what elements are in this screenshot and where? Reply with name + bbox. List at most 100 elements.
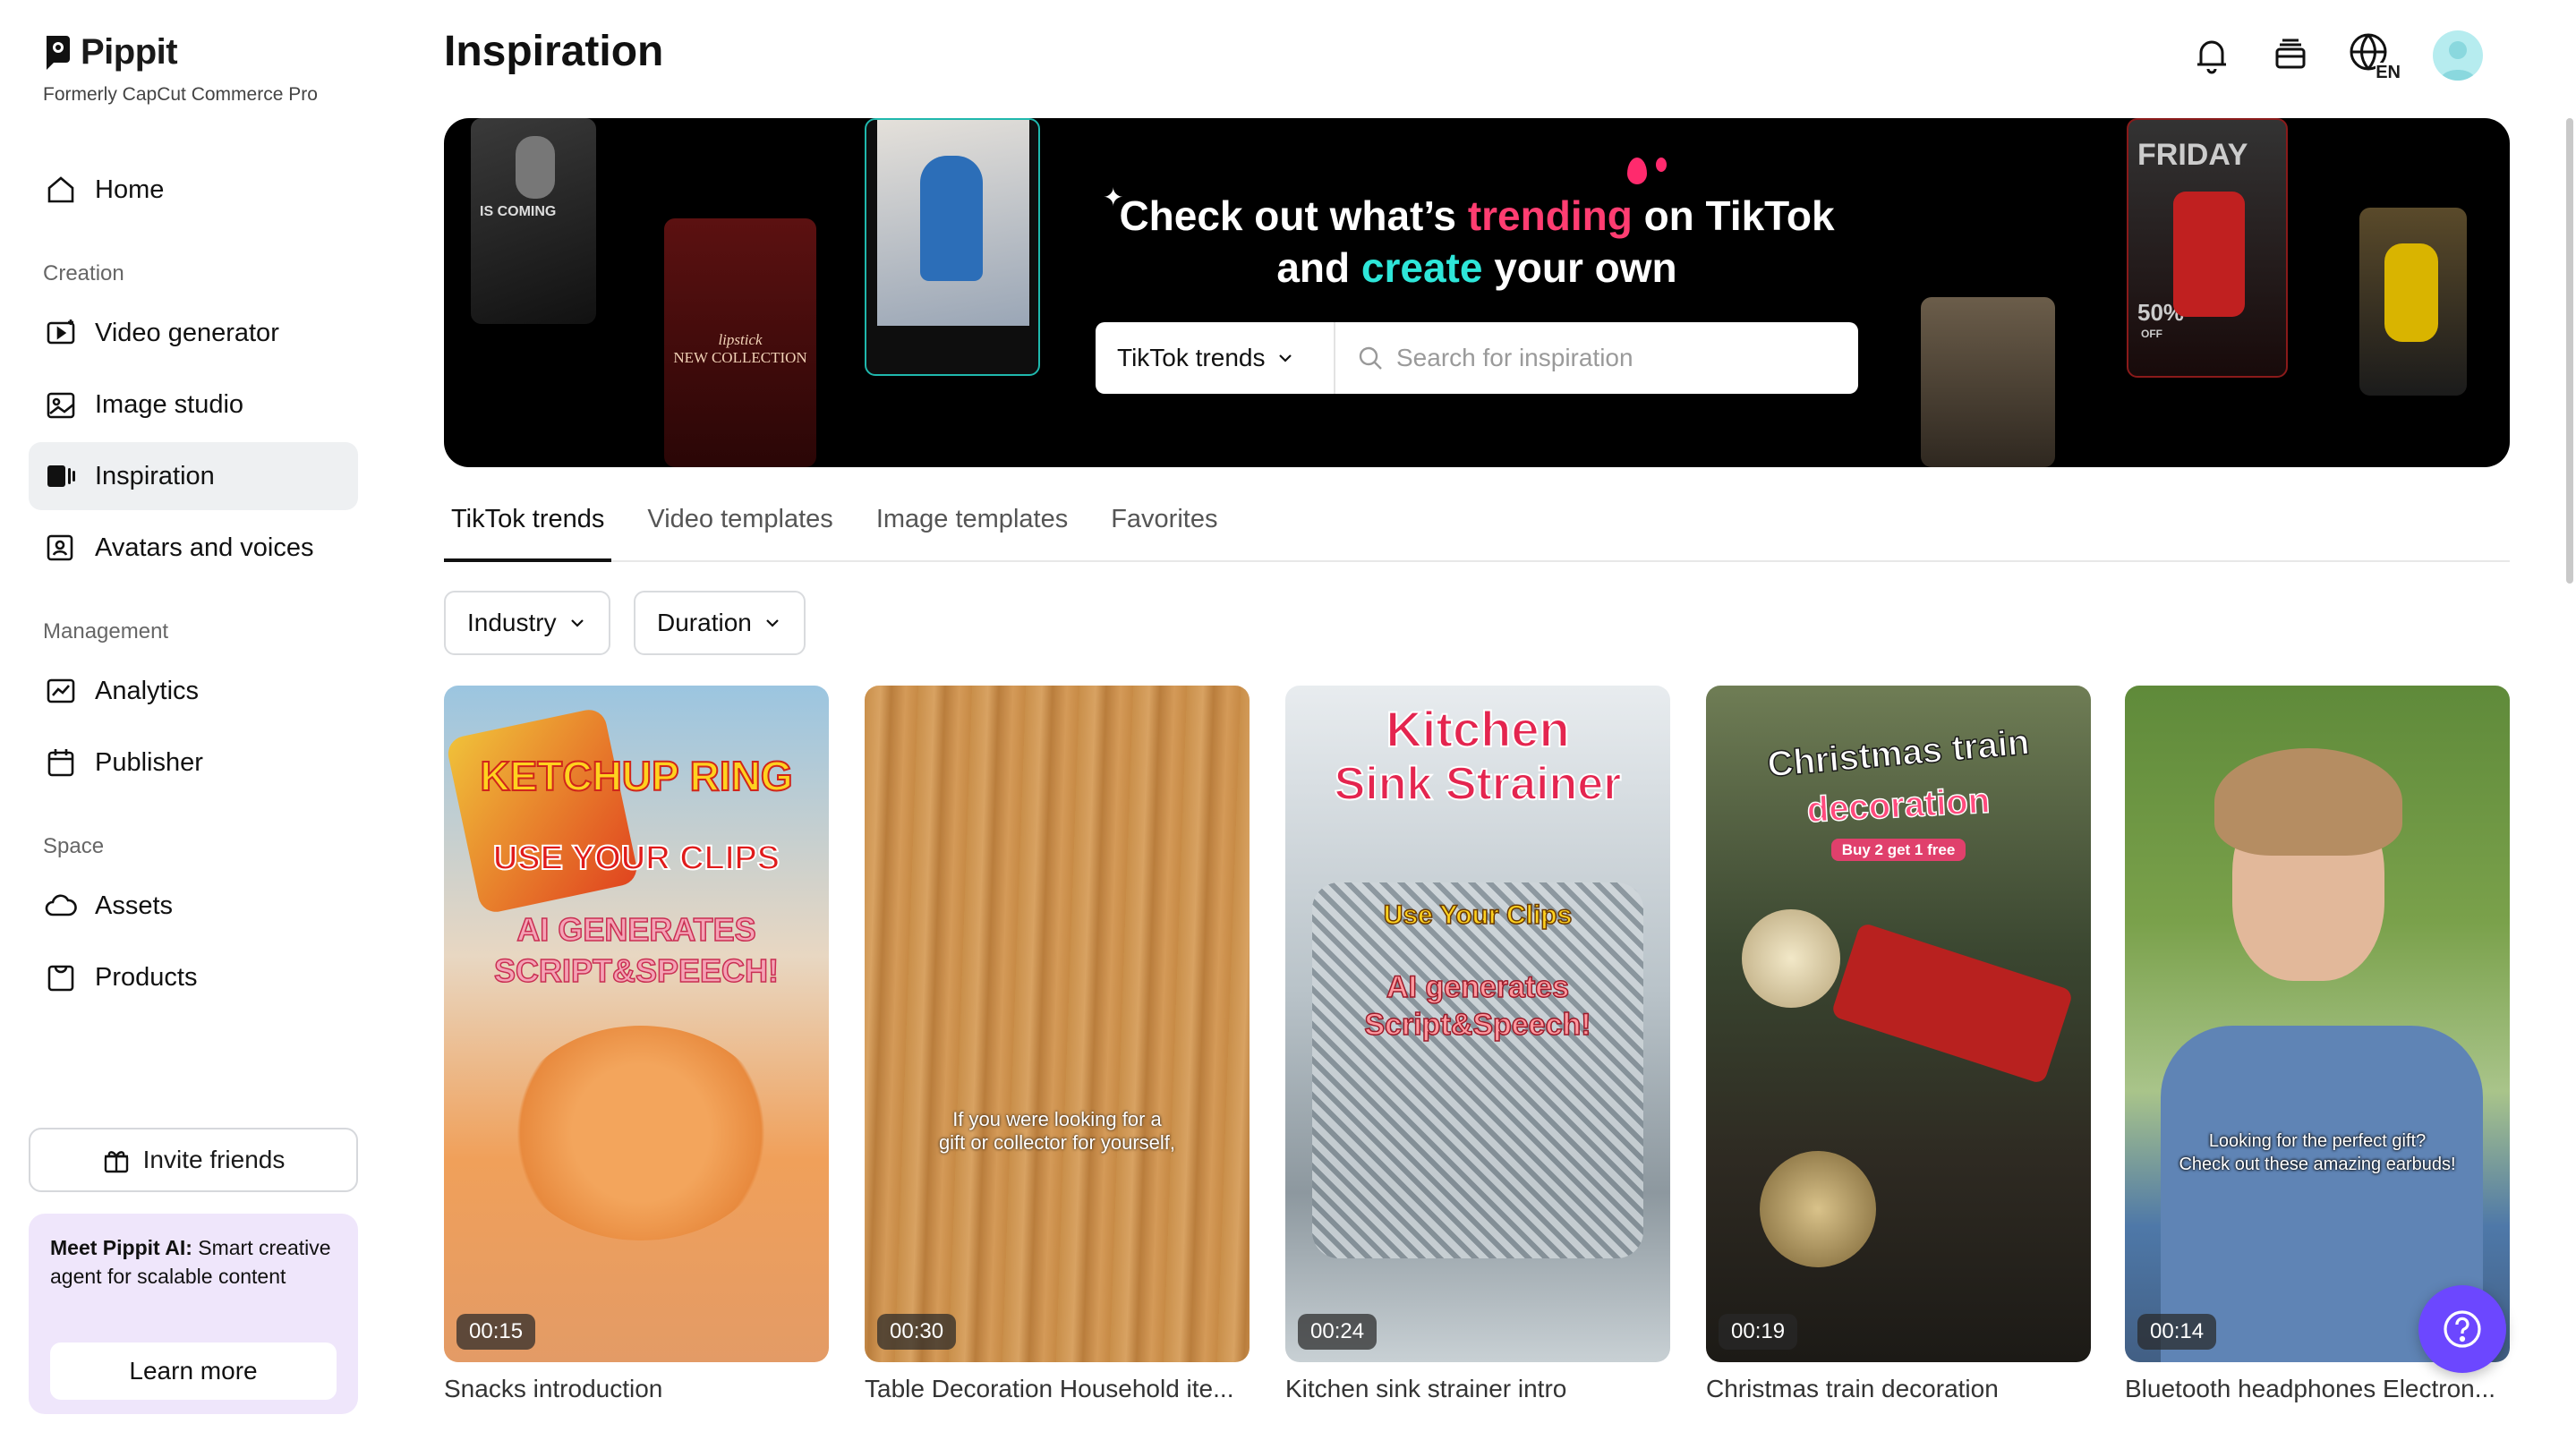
promo-card: Meet Pippit AI: Smart creative agent for…	[29, 1214, 358, 1414]
sidebar-item-avatars-and-voices[interactable]: Avatars and voices	[29, 514, 358, 582]
template-title: Bluetooth headphones Electron...	[2125, 1375, 2496, 1402]
template-thumbnail[interactable]: KETCHUP RING USE YOUR CLIPS AI GENERATES…	[444, 686, 829, 1362]
language-switcher[interactable]: EN	[2347, 30, 2401, 82]
tab-image-templates[interactable]: Image templates	[869, 501, 1075, 562]
user-avatar-icon	[2440, 41, 2476, 81]
sidebar-item-publisher[interactable]: Publisher	[29, 729, 358, 797]
tab-video-templates[interactable]: Video templates	[640, 501, 840, 562]
stack-icon[interactable]	[2268, 33, 2313, 78]
template-title: Kitchen sink strainer intro	[1285, 1375, 1567, 1402]
chevron-down-icon	[766, 619, 779, 627]
card-overlay-text: Use Your Clips	[1383, 899, 1573, 931]
template-thumbnail[interactable]: Christmas train decoration Buy 2 get 1 f…	[1706, 686, 2091, 1362]
industry-filter-label: Industry	[467, 609, 557, 636]
train-car	[1830, 922, 2074, 1085]
promo-text: Meet Pippit AI: Smart creative agent for…	[50, 1233, 337, 1291]
learn-more-button[interactable]: Learn more	[50, 1342, 337, 1400]
section-label-creation: Creation	[43, 261, 124, 286]
card-overlay-text: gift or collector for yourself,	[938, 1131, 1176, 1154]
image-studio-icon	[47, 392, 75, 419]
sidebar-item-label: Products	[95, 962, 198, 992]
search-input[interactable]	[1396, 344, 1844, 372]
sidebar-item-label: Avatars and voices	[95, 533, 314, 562]
invite-friends-button[interactable]: Invite friends	[29, 1128, 358, 1192]
brand[interactable]: Pippit	[43, 32, 178, 72]
sidebar-item-products[interactable]: Products	[29, 943, 358, 1011]
chevron-down-icon	[570, 619, 584, 627]
ornament	[1742, 909, 1840, 1008]
headline-text: your own	[1482, 244, 1677, 291]
template-card[interactable]: KETCHUP RING USE YOUR CLIPS AI GENERATES…	[444, 686, 829, 1403]
card-overlay-text: AI GENERATES	[516, 910, 757, 949]
avatar-voice-icon	[47, 534, 73, 561]
card-overlay-text: Looking for the perfect gift?	[2208, 1131, 2427, 1151]
page-title: Inspiration	[444, 28, 664, 75]
headline-text: and	[1276, 244, 1361, 291]
inspiration-tabs: TikTok trends Video templates Image temp…	[444, 501, 2510, 562]
video-generator-icon	[47, 320, 75, 345]
home-icon	[47, 176, 74, 203]
section-label-space: Space	[43, 834, 105, 858]
template-card[interactable]: Kitchen Sink Strainer Use Your Clips AI …	[1285, 686, 1670, 1403]
sidebar-item-home[interactable]: Home	[29, 156, 358, 224]
sidebar-item-label: Assets	[95, 891, 174, 920]
template-thumbnail[interactable]: If you were looking for a gift or collec…	[865, 686, 1250, 1362]
card-overlay-text: Buy 2 get 1 free	[1706, 839, 2091, 861]
video-duration: 00:15	[456, 1314, 536, 1350]
drop-icon	[1656, 158, 1667, 172]
duration-filter-label: Duration	[657, 609, 752, 636]
sidebar-item-video-generator[interactable]: Video generator	[29, 299, 358, 367]
avatar[interactable]	[2433, 30, 2483, 81]
sidebar-item-label: Publisher	[95, 747, 203, 777]
header-actions: EN	[2189, 30, 2483, 82]
snack-pile	[507, 1026, 775, 1240]
question-mark-icon	[2444, 1310, 2481, 1348]
promo-pill: Buy 2 get 1 free	[1830, 839, 1966, 861]
sidebar: Pippit Formerly CapCut Commerce Pro Home…	[0, 0, 385, 1432]
scrollbar-thumb[interactable]	[2566, 118, 2573, 584]
banner-phone-text: FRIDAY	[2137, 138, 2248, 172]
sidebar-item-assets[interactable]: Assets	[29, 872, 358, 940]
page-scrollbar[interactable]	[2563, 118, 2576, 584]
sidebar-item-inspiration[interactable]: Inspiration	[29, 442, 358, 510]
template-thumbnail[interactable]: Looking for the perfect gift? Check out …	[2125, 686, 2510, 1362]
sidebar-item-label: Video generator	[95, 318, 279, 347]
search-source-dropdown[interactable]: TikTok trends	[1096, 322, 1335, 394]
card-overlay-text: Sink Strainer	[1334, 757, 1623, 811]
sidebar-item-label: Home	[95, 175, 165, 204]
banner-headline-inner: Check out what’s trending on TikTok and …	[1092, 190, 1862, 294]
banner-headline: Check out what’s trending on TikTok and …	[444, 190, 2510, 294]
template-title: Christmas train decoration	[1706, 1375, 1999, 1402]
card-overlay-text: KETCHUP RING	[479, 752, 793, 800]
template-card[interactable]: If you were looking for a gift or collec…	[865, 686, 1250, 1403]
section-label-management: Management	[43, 619, 169, 644]
template-thumbnail[interactable]: Kitchen Sink Strainer Use Your Clips AI …	[1285, 686, 1670, 1362]
industry-filter[interactable]: Industry	[444, 591, 610, 655]
pippit-logo-icon	[47, 35, 70, 70]
brand-name: Pippit	[81, 32, 178, 72]
bell-icon[interactable]	[2189, 33, 2234, 78]
search-bar: TikTok trends	[1096, 322, 1858, 394]
promo-bold: Meet Pippit AI:	[50, 1236, 192, 1259]
headline-highlight-create: create	[1361, 244, 1483, 291]
tab-tiktok-trends[interactable]: TikTok trends	[444, 501, 612, 562]
sidebar-item-analytics[interactable]: Analytics	[29, 657, 358, 725]
help-button[interactable]	[2418, 1285, 2506, 1373]
card-overlay-text: AI generates	[1386, 969, 1570, 1005]
sidebar-item-image-studio[interactable]: Image studio	[29, 371, 358, 439]
template-card[interactable]: Christmas train decoration Buy 2 get 1 f…	[1706, 686, 2091, 1403]
card-overlay-text: USE YOUR CLIPS	[492, 839, 780, 878]
card-overlay-text: Script&Speech!	[1364, 1007, 1592, 1043]
video-duration: 00:14	[2137, 1314, 2217, 1350]
card-overlay-text: SCRIPT&SPEECH!	[493, 951, 780, 990]
duration-filter[interactable]: Duration	[634, 591, 806, 655]
hero-banner: IS COMING lipstick NEW COLLECTION FRIDAY…	[444, 118, 2510, 467]
headline-text: on TikTok	[1632, 192, 1835, 239]
card-overlay-text: Kitchen	[1385, 700, 1570, 758]
product-box-icon	[47, 965, 74, 992]
drop-icon	[1627, 158, 1647, 184]
tab-favorites[interactable]: Favorites	[1104, 501, 1224, 562]
language-code: EN	[2376, 63, 2401, 82]
video-duration: 00:19	[1719, 1314, 1798, 1350]
banner-phone-4	[1921, 297, 2055, 467]
